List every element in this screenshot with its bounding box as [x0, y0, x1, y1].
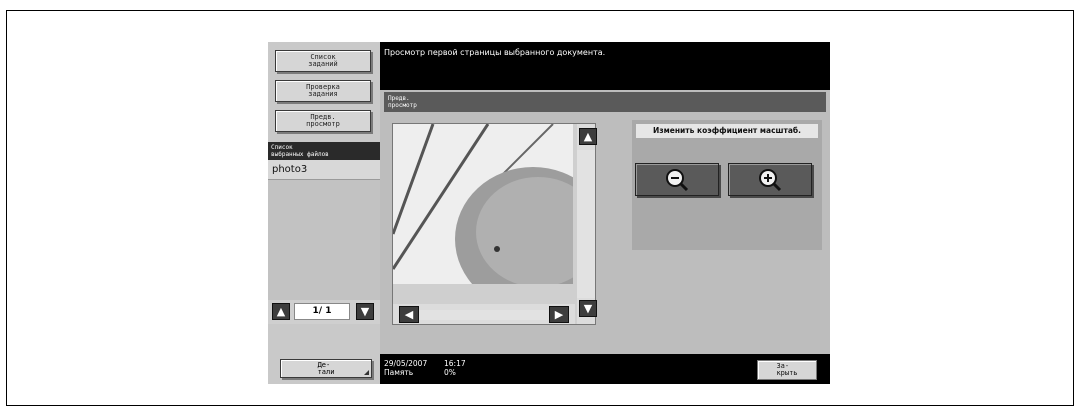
details-button[interactable]: Де- тали: [280, 359, 372, 378]
preview-box: ▲ ▼ ◀ ▶: [392, 123, 597, 325]
arrow-up-icon: ▲: [583, 130, 593, 143]
page-down-button[interactable]: ▼: [356, 303, 374, 320]
preview-image: [393, 124, 573, 284]
horizontal-scroll-track[interactable]: [419, 310, 549, 320]
scroll-up-button[interactable]: ▲: [579, 128, 597, 145]
orange-photo: [393, 124, 573, 284]
page-up-button[interactable]: ▲: [272, 303, 290, 320]
vertical-scroll-track[interactable]: [577, 150, 595, 298]
status-bar: 29/05/2007 16:17 Память 0% За- крыть: [380, 354, 830, 384]
file-list-empty-area: [268, 180, 380, 300]
device-panel: Список заданий Проверка задания Предв. п…: [268, 42, 830, 384]
arrow-up-icon: ▲: [276, 305, 286, 318]
arrow-down-icon: ▼: [360, 305, 370, 318]
sidebar: Список заданий Проверка задания Предв. п…: [268, 42, 380, 384]
close-button[interactable]: За- крыть: [757, 360, 817, 380]
page-indicator: 1/ 1: [294, 303, 350, 320]
scroll-right-button[interactable]: ▶: [549, 306, 569, 323]
job-list-button[interactable]: Список заданий: [275, 50, 371, 72]
status-date: 29/05/2007: [384, 359, 428, 368]
zoom-panel: Изменить коэффициент масштаб.: [632, 120, 822, 250]
magnifier-minus-icon: [666, 168, 689, 191]
message-bar: Просмотр первой страницы выбранного доку…: [380, 42, 830, 90]
preview-header: Предв. просмотр: [384, 92, 826, 112]
preview-content: Предв. просмотр ▲ ▼ ◀ ▶ Изменить коэффиц…: [380, 90, 830, 354]
preview-button[interactable]: Предв. просмотр: [275, 110, 371, 132]
arrow-left-icon: ◀: [404, 308, 414, 321]
selected-files-header: Список выбранных файлов: [268, 142, 380, 160]
scroll-left-button[interactable]: ◀: [399, 306, 419, 323]
arrow-right-icon: ▶: [554, 308, 564, 321]
zoom-in-button[interactable]: [728, 163, 812, 196]
scroll-down-button[interactable]: ▼: [579, 300, 597, 317]
memory-value: 0%: [444, 368, 456, 377]
file-list-pager: ▲ 1/ 1 ▼: [268, 300, 380, 324]
zoom-label: Изменить коэффициент масштаб.: [636, 124, 818, 138]
check-job-button[interactable]: Проверка задания: [275, 80, 371, 102]
arrow-down-icon: ▼: [583, 302, 593, 315]
status-time: 16:17: [444, 359, 466, 368]
magnifier-plus-icon: [759, 168, 782, 191]
message-text: Просмотр первой страницы выбранного доку…: [384, 48, 606, 57]
memory-label: Память: [384, 368, 414, 377]
file-list-item[interactable]: photo3: [268, 160, 380, 180]
zoom-out-button[interactable]: [635, 163, 719, 196]
